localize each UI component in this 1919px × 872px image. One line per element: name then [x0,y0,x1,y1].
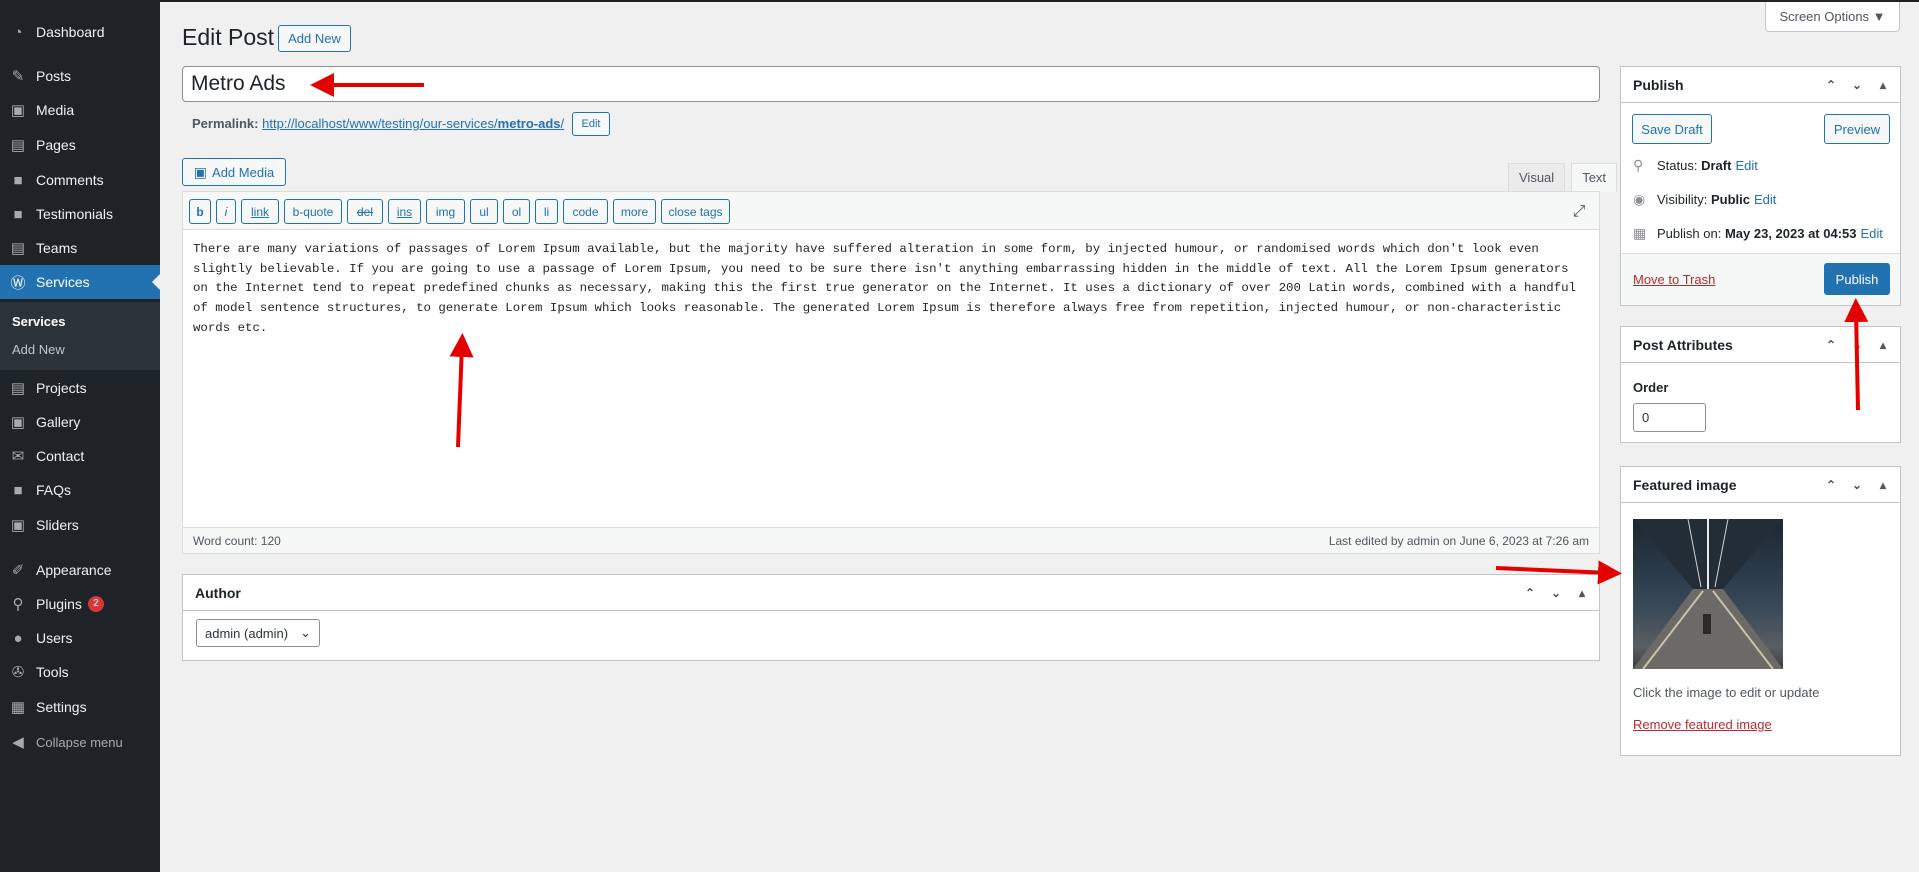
arrow-to-publish [1844,298,1869,411]
arrow-to-featured-image [1495,560,1622,585]
arrow-to-content [449,333,474,448]
annotation-arrows [310,73,1869,585]
